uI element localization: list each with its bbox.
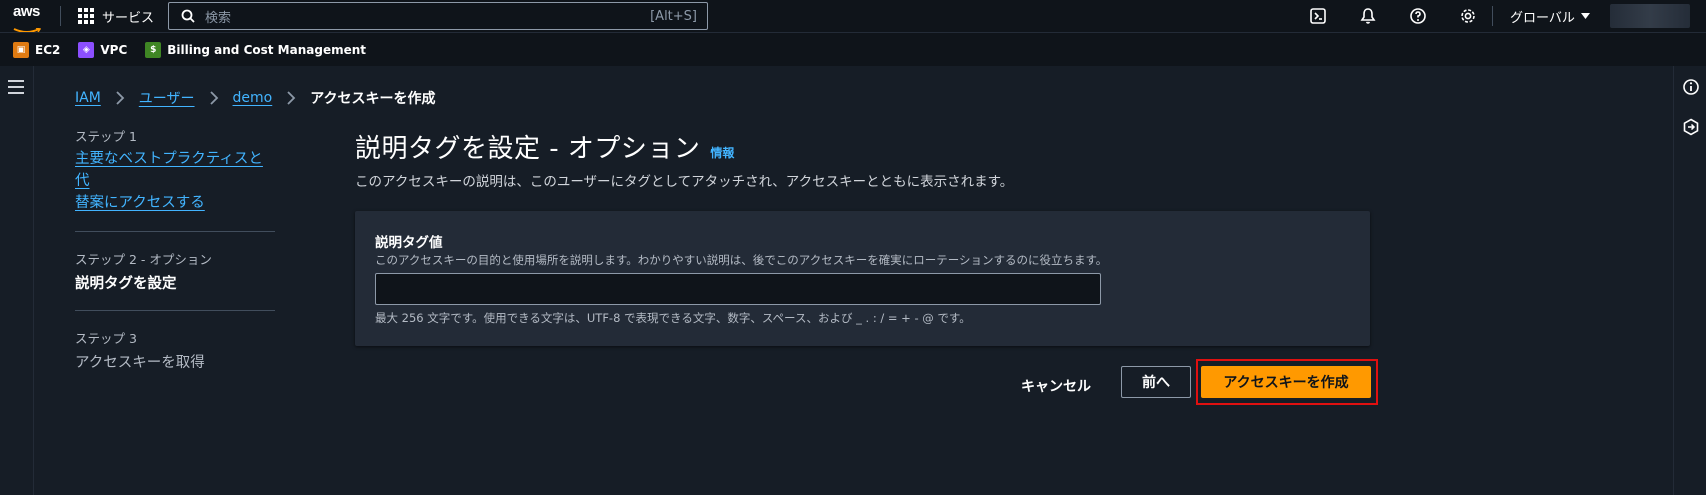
notifications-icon[interactable] (1358, 6, 1378, 26)
aws-logo-text: aws (13, 3, 40, 20)
favorites-bar: ▣ EC2 ◈ VPC $ Billing and Cost Managemen… (0, 32, 1706, 66)
info-link[interactable]: 情報 (710, 144, 734, 161)
help-icon[interactable] (1408, 6, 1428, 26)
feedback-icon[interactable] (1682, 118, 1700, 136)
left-rail (0, 66, 34, 495)
favorite-label: VPC (100, 42, 128, 57)
page-description: このアクセスキーの説明は、このユーザーにタグとしてアタッチされ、アクセスキーとと… (355, 174, 1014, 190)
search-icon (181, 9, 195, 23)
previous-button[interactable]: 前へ (1121, 366, 1191, 398)
description-tag-input[interactable] (375, 273, 1101, 305)
step-divider (75, 310, 275, 311)
step-3-label: アクセスキーを取得 (75, 355, 205, 371)
cloudshell-icon[interactable] (1308, 6, 1328, 26)
step-1-label-line2: 替案にアクセスする (75, 195, 205, 211)
chevron-right-icon (116, 91, 125, 105)
vpc-icon: ◈ (78, 41, 95, 58)
ec2-icon: ▣ (13, 41, 29, 58)
info-panel-icon[interactable] (1682, 78, 1700, 96)
account-menu[interactable] (1610, 4, 1690, 28)
settings-icon[interactable] (1458, 6, 1478, 26)
step-1: ステップ 1 主要なベストプラクティスと代 替案にアクセスする (75, 126, 275, 214)
description-tag-panel: 説明タグ値 このアクセスキーの目的と使用場所を説明します。わかりやすい説明は、後… (355, 211, 1370, 346)
step-number: ステップ 2 - オプション (75, 252, 212, 267)
nav-divider (1492, 6, 1493, 26)
menu-icon[interactable] (8, 80, 24, 98)
create-access-key-button[interactable]: アクセスキーを作成 (1201, 366, 1371, 398)
page-header: 説明タグを設定 - オプション 情報 (355, 128, 734, 165)
breadcrumb-demo[interactable]: demo (233, 90, 273, 106)
favorite-ec2[interactable]: ▣ EC2 (13, 41, 61, 58)
step-number: ステップ 3 (75, 331, 137, 346)
breadcrumb-users[interactable]: ユーザー (139, 88, 195, 108)
breadcrumb: IAM ユーザー demo アクセスキーを作成 (75, 88, 436, 108)
step-2: ステップ 2 - オプション 説明タグを設定 (75, 249, 275, 293)
favorite-vpc[interactable]: ◈ VPC (78, 41, 128, 58)
step-3: ステップ 3 アクセスキーを取得 (75, 328, 275, 372)
field-constraint: 最大 256 文字です。使用できる文字は、UTF-8 で表現できる文字、数字、ス… (375, 311, 971, 325)
wizard-steps: ステップ 1 主要なベストプラクティスと代 替案にアクセスする ステップ 2 -… (75, 126, 275, 372)
chevron-right-icon (287, 91, 296, 105)
search-shortcut: [Alt+S] (650, 8, 697, 24)
step-2-label: 説明タグを設定 (75, 276, 177, 292)
services-menu-button[interactable]: サービス (78, 0, 154, 32)
billing-icon: $ (145, 41, 162, 58)
search-input[interactable]: 検索 [Alt+S] (168, 2, 708, 30)
step-divider (75, 231, 275, 232)
region-label: グローバル (1510, 10, 1575, 26)
field-description: このアクセスキーの目的と使用場所を説明します。わかりやすい説明は、後でこのアクセ… (375, 253, 1108, 267)
favorite-billing[interactable]: $ Billing and Cost Management (145, 41, 367, 58)
step-1-label-line1: 主要なベストプラクティスと代 (75, 151, 263, 189)
breadcrumb-current: アクセスキーを作成 (310, 91, 436, 107)
services-grid-icon (78, 8, 94, 24)
search-placeholder: 検索 (205, 10, 232, 26)
right-rail (1673, 66, 1706, 495)
page-title: 説明タグを設定 - オプション (355, 134, 701, 164)
chevron-right-icon (209, 91, 218, 105)
cancel-button[interactable]: キャンセル (1010, 371, 1102, 401)
step-number: ステップ 1 (75, 129, 137, 144)
top-navigation: aws サービス 検索 [Alt+S] グローバル (0, 0, 1706, 33)
caret-down-icon (1580, 13, 1590, 19)
services-label: サービス (102, 10, 155, 26)
step-1-link[interactable]: 主要なベストプラクティスと代 替案にアクセスする (75, 148, 275, 214)
field-label: 説明タグ値 (375, 235, 443, 251)
region-selector[interactable]: グローバル (1510, 0, 1590, 32)
nav-divider (60, 6, 61, 26)
favorite-label: EC2 (35, 42, 61, 57)
favorite-label: Billing and Cost Management (167, 42, 367, 57)
aws-logo[interactable]: aws (13, 3, 45, 33)
breadcrumb-iam[interactable]: IAM (75, 90, 101, 106)
